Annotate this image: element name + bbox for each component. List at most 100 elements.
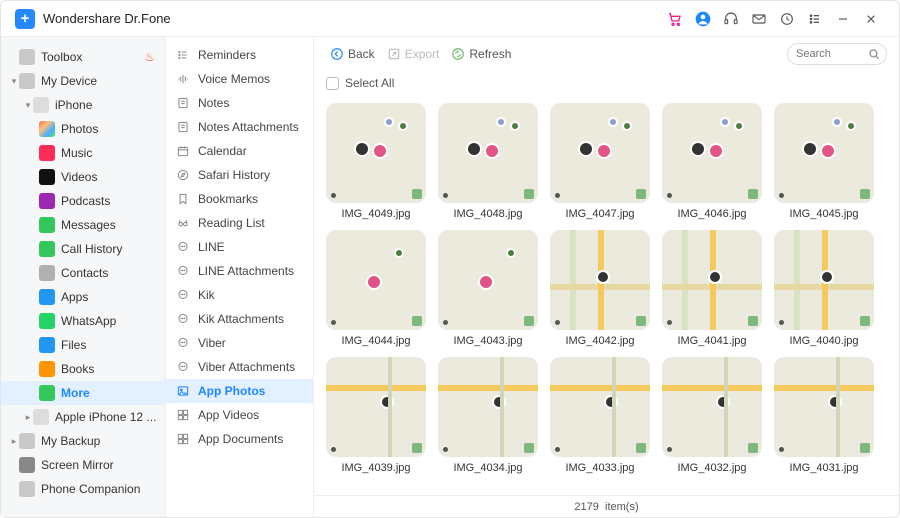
thumbnail-label: IMG_4034.jpg: [438, 462, 538, 474]
sidebar-item-files[interactable]: Files: [1, 333, 165, 357]
category-app-videos[interactable]: App Videos: [166, 403, 313, 427]
menu-icon[interactable]: [801, 5, 829, 33]
category-bookmarks[interactable]: Bookmarks: [166, 187, 313, 211]
thumbnail-label: IMG_4031.jpg: [774, 462, 874, 474]
thumbnail[interactable]: IMG_4048.jpg: [438, 103, 538, 220]
user-icon[interactable]: [689, 5, 717, 33]
thumbnail-label: IMG_4043.jpg: [438, 335, 538, 347]
category-viber[interactable]: Viber: [166, 331, 313, 355]
thumbnail-label: IMG_4047.jpg: [550, 208, 650, 220]
chat-icon: [176, 240, 190, 254]
category-line-attachments[interactable]: LINE Attachments: [166, 259, 313, 283]
category-notes[interactable]: Notes: [166, 91, 313, 115]
thumbnail-label: IMG_4033.jpg: [550, 462, 650, 474]
refresh-button[interactable]: Refresh: [447, 45, 515, 63]
thumbnail[interactable]: IMG_4045.jpg: [774, 103, 874, 220]
search-wrap: [787, 43, 887, 65]
home-icon: [19, 49, 35, 65]
headset-icon[interactable]: [717, 5, 745, 33]
main-pane: Back Export Refresh Select All IMG_4049.…: [314, 37, 899, 517]
sidebar-item-call-history[interactable]: Call History: [1, 237, 165, 261]
mail-icon[interactable]: [745, 5, 773, 33]
thumbnail[interactable]: IMG_4047.jpg: [550, 103, 650, 220]
glasses-icon: [176, 216, 190, 230]
sidebar-toolbox[interactable]: Toolbox♨: [1, 45, 165, 69]
videos-icon: [39, 169, 55, 185]
thumbnail[interactable]: IMG_4049.jpg: [326, 103, 426, 220]
category-notes-attachments[interactable]: Notes Attachments: [166, 115, 313, 139]
category-safari-history[interactable]: Safari History: [166, 163, 313, 187]
select-all[interactable]: Select All: [314, 71, 899, 95]
back-button[interactable]: Back: [326, 45, 379, 63]
compass-icon: [176, 168, 190, 182]
sidebar-item-whatsapp[interactable]: WhatsApp: [1, 309, 165, 333]
sidebar: Toolbox♨ ▾My Device ▾iPhone PhotosMusicV…: [1, 37, 166, 517]
sidebar-item-more[interactable]: More: [1, 381, 165, 405]
category-reading-list[interactable]: Reading List: [166, 211, 313, 235]
sidebar-item-photos[interactable]: Photos: [1, 117, 165, 141]
export-button[interactable]: Export: [383, 45, 444, 63]
apps-icon: [39, 289, 55, 305]
note-icon: [176, 96, 190, 110]
category-calendar[interactable]: Calendar: [166, 139, 313, 163]
contacts-icon: [39, 265, 55, 281]
chat-icon: [176, 336, 190, 350]
books-icon: [39, 361, 55, 377]
cal-icon: [176, 144, 190, 158]
sidebar-mybackup[interactable]: ▸My Backup: [1, 429, 165, 453]
category-voice-memos[interactable]: Voice Memos: [166, 67, 313, 91]
thumbnail[interactable]: IMG_4041.jpg: [662, 230, 762, 347]
select-all-checkbox[interactable]: [326, 77, 339, 90]
bookmark-icon: [176, 192, 190, 206]
sidebar-item-books[interactable]: Books: [1, 357, 165, 381]
thumbnail-label: IMG_4041.jpg: [662, 335, 762, 347]
app-title: Wondershare Dr.Fone: [43, 11, 171, 26]
companion-icon: [19, 481, 35, 497]
sidebar-item-videos[interactable]: Videos: [1, 165, 165, 189]
thumbnail[interactable]: IMG_4033.jpg: [550, 357, 650, 474]
device-icon: [19, 73, 35, 89]
category-list: RemindersVoice MemosNotesNotes Attachmen…: [166, 37, 314, 517]
thumbnail[interactable]: IMG_4031.jpg: [774, 357, 874, 474]
wave-icon: [176, 72, 190, 86]
category-line[interactable]: LINE: [166, 235, 313, 259]
thumbnail[interactable]: IMG_4032.jpg: [662, 357, 762, 474]
category-app-photos[interactable]: App Photos: [166, 379, 313, 403]
sidebar-item-apps[interactable]: Apps: [1, 285, 165, 309]
sidebar-phonecompanion[interactable]: Phone Companion: [1, 477, 165, 501]
sidebar-item-podcasts[interactable]: Podcasts: [1, 189, 165, 213]
note-icon: [176, 120, 190, 134]
minimize-button[interactable]: [829, 5, 857, 33]
thumbnail[interactable]: IMG_4034.jpg: [438, 357, 538, 474]
more-icon: [39, 385, 55, 401]
podcasts-icon: [39, 193, 55, 209]
history-icon[interactable]: [773, 5, 801, 33]
thumbnail-label: IMG_4032.jpg: [662, 462, 762, 474]
thumbnail-grid[interactable]: IMG_4049.jpgIMG_4048.jpg IMG_4047.jpg IMG_…: [314, 95, 899, 495]
backup-icon: [19, 433, 35, 449]
cart-icon[interactable]: [661, 5, 689, 33]
thumbnail[interactable]: IMG_4046.jpg: [662, 103, 762, 220]
thumbnail[interactable]: IMG_4044.jpg: [326, 230, 426, 347]
thumbnail[interactable]: IMG_4039.jpg: [326, 357, 426, 474]
category-kik[interactable]: Kik: [166, 283, 313, 307]
thumbnail[interactable]: IMG_4043.jpg: [438, 230, 538, 347]
category-viber-attachments[interactable]: Viber Attachments: [166, 355, 313, 379]
category-reminders[interactable]: Reminders: [166, 43, 313, 67]
sidebar-item-contacts[interactable]: Contacts: [1, 261, 165, 285]
sidebar-mydevice[interactable]: ▾My Device: [1, 69, 165, 93]
files-icon: [39, 337, 55, 353]
sidebar-screenmirror[interactable]: Screen Mirror: [1, 453, 165, 477]
sidebar-item-messages[interactable]: Messages: [1, 213, 165, 237]
chat-icon: [176, 288, 190, 302]
screen-icon: [19, 457, 35, 473]
category-app-documents[interactable]: App Documents: [166, 427, 313, 451]
close-button[interactable]: [857, 5, 885, 33]
sidebar-iphone[interactable]: ▾iPhone: [1, 93, 165, 117]
category-kik-attachments[interactable]: Kik Attachments: [166, 307, 313, 331]
thumbnail[interactable]: IMG_4040.jpg: [774, 230, 874, 347]
sidebar-item-music[interactable]: Music: [1, 141, 165, 165]
sidebar-iphone12[interactable]: ▸Apple iPhone 12 ...: [1, 405, 165, 429]
thumbnail[interactable]: IMG_4042.jpg: [550, 230, 650, 347]
list-icon: [176, 48, 190, 62]
